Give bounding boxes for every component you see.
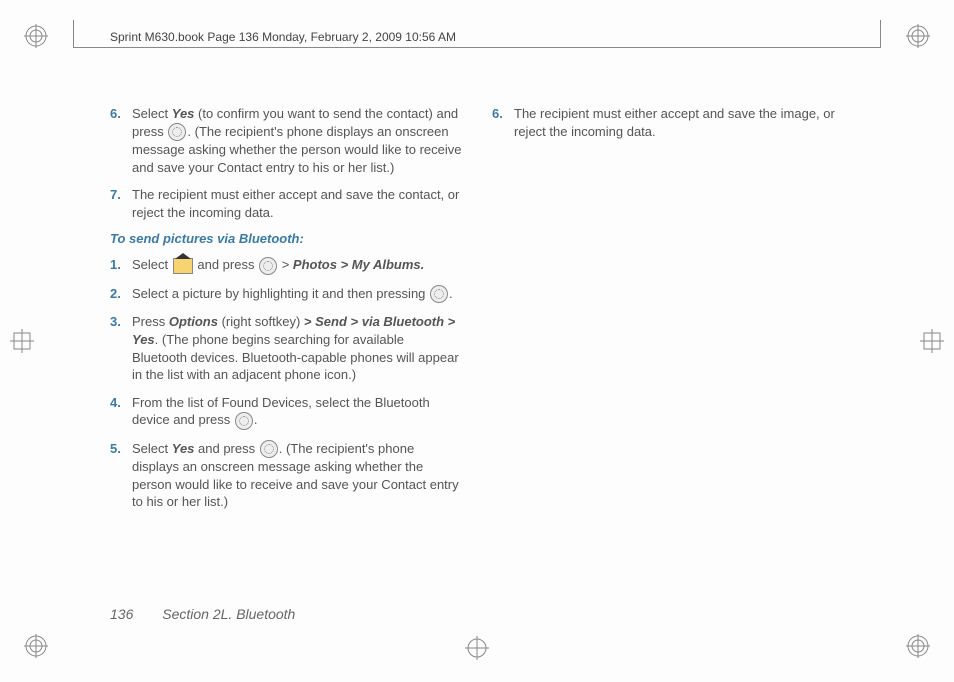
menu-ok-icon (235, 412, 253, 430)
text: and press (194, 257, 258, 272)
list-item: 1. Select and press > Photos > My Albums… (110, 256, 462, 275)
step-body: The recipient must either accept and sav… (514, 105, 844, 140)
text: Select a picture by highlighting it and … (132, 286, 429, 301)
step-body: Select and press > Photos > My Albums. (132, 256, 462, 275)
step-number: 1. (110, 256, 132, 275)
page-header: Sprint M630.book Page 136 Monday, Februa… (110, 30, 456, 44)
text: Select (132, 441, 172, 456)
step-body: Select a picture by highlighting it and … (132, 285, 462, 304)
crop-mark-top-right (906, 24, 930, 48)
list-item: 2. Select a picture by highlighting it a… (110, 285, 462, 304)
page-number: 136 (110, 606, 133, 622)
text: . (254, 412, 258, 427)
crop-mark-mid-right (920, 329, 944, 353)
list-item: 3. Press Options (right softkey) > Send … (110, 313, 462, 383)
list-item: 7. The recipient must either accept and … (110, 186, 462, 221)
step-number: 4. (110, 394, 132, 430)
crop-mark-top-left (24, 24, 48, 48)
text: > (278, 257, 293, 272)
crop-line-right (880, 20, 881, 48)
step-body: From the list of Found Devices, select t… (132, 394, 462, 430)
text: Select (132, 257, 172, 272)
steps-list-a: 6. Select Yes (to confirm you want to se… (110, 105, 462, 221)
menu-ok-icon (260, 440, 278, 458)
right-column: 6. The recipient must either accept and … (492, 105, 844, 521)
menu-ok-icon (430, 285, 448, 303)
text: Press (132, 314, 169, 329)
emphasis: Photos > My Albums. (293, 257, 424, 272)
page-footer: 136 Section 2L. Bluetooth (110, 606, 295, 622)
home-icon (173, 258, 193, 274)
emphasis: Yes (172, 441, 195, 456)
step-body: Select Yes and press . (The recipient's … (132, 440, 462, 511)
step-number: 3. (110, 313, 132, 383)
sub-heading: To send pictures via Bluetooth: (110, 231, 462, 246)
list-item: 5. Select Yes and press . (The recipient… (110, 440, 462, 511)
text: From the list of Found Devices, select t… (132, 395, 430, 428)
menu-ok-icon (168, 123, 186, 141)
text: . (449, 286, 453, 301)
step-number: 6. (492, 105, 514, 140)
step-body: Press Options (right softkey) > Send > v… (132, 313, 462, 383)
step-body: Select Yes (to confirm you want to send … (132, 105, 462, 176)
content-area: 6. Select Yes (to confirm you want to se… (110, 105, 844, 521)
crop-line-left (73, 20, 74, 48)
text: Select (132, 106, 172, 121)
crop-mark-mid-left (10, 329, 34, 353)
list-item: 6. Select Yes (to confirm you want to se… (110, 105, 462, 176)
step-number: 6. (110, 105, 132, 176)
step-number: 5. (110, 440, 132, 511)
text: and press (194, 441, 258, 456)
emphasis: Yes (172, 106, 195, 121)
list-item: 6. The recipient must either accept and … (492, 105, 844, 140)
steps-list-right: 6. The recipient must either accept and … (492, 105, 844, 140)
emphasis: Options (169, 314, 218, 329)
left-column: 6. Select Yes (to confirm you want to se… (110, 105, 462, 521)
section-title: Section 2L. Bluetooth (162, 606, 295, 622)
list-item: 4. From the list of Found Devices, selec… (110, 394, 462, 430)
step-number: 2. (110, 285, 132, 304)
step-body: The recipient must either accept and sav… (132, 186, 462, 221)
top-rule (73, 47, 881, 48)
crop-mark-bottom-center (0, 636, 954, 660)
steps-list-b: 1. Select and press > Photos > My Albums… (110, 256, 462, 511)
step-number: 7. (110, 186, 132, 221)
text: . (The phone begins searching for availa… (132, 332, 459, 382)
text: (right softkey) (218, 314, 304, 329)
menu-ok-icon (259, 257, 277, 275)
